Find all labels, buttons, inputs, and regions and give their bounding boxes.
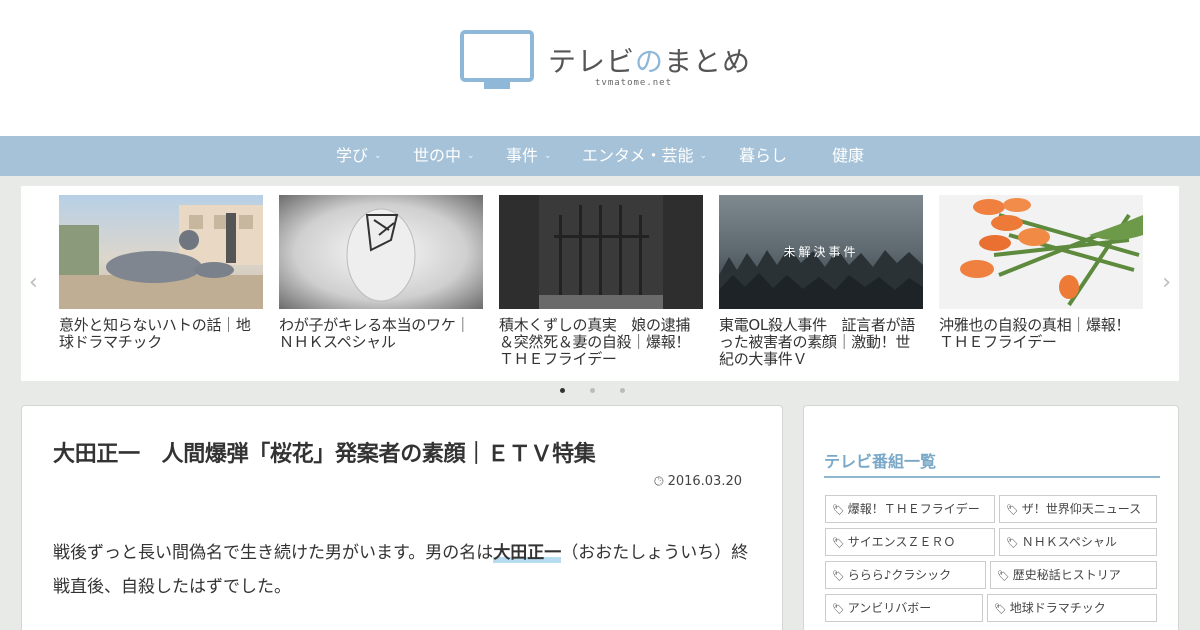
nav-item-label: 健康 <box>832 146 865 165</box>
sidebar-heading: テレビ番組一覧 <box>824 448 1160 478</box>
tag-icon: 🏷︎ <box>1006 505 1019 516</box>
carousel-dot[interactable] <box>560 388 565 393</box>
pigeon-photo <box>59 195 263 309</box>
thumbnail-overlay-text: 未解決事件 <box>783 245 859 259</box>
carousel-card-title: 沖雅也の自殺の真相｜爆報！ＴＨＥフライデー <box>939 316 1131 351</box>
tag-icon: 🏷︎ <box>997 571 1010 582</box>
nav-item[interactable]: 暮らし <box>739 136 832 176</box>
tag-link[interactable]: 🏷︎ ＮＨＫスペシャル <box>999 528 1157 556</box>
carousel-card[interactable]: 未解決事件 東電OL殺人事件 証言者が語った被害者の素顔｜激動！世紀の大事件Ｖ <box>719 195 923 368</box>
nav-item[interactable]: 世の中 ⌄ <box>413 136 506 176</box>
tag-label: ザ！世界仰天ニュース <box>1021 502 1142 516</box>
tag-link[interactable]: 🏷︎ 地球ドラマチック <box>987 594 1157 622</box>
tag-link[interactable]: 🏷︎ サイエンスＺＥＲＯ <box>825 528 995 556</box>
tag-label: サイエンスＺＥＲＯ <box>847 535 956 549</box>
carousel-dot[interactable] <box>620 388 625 393</box>
article-excerpt: 戦後ずっと長い間偽名で生き続けた男がいます。男の名は大田正一（おおたしょういち）… <box>53 543 749 597</box>
chevron-down-icon: ⌄ <box>699 151 708 161</box>
tag-link[interactable]: 🏷︎ アンビリバボー <box>825 594 983 622</box>
tag-icon: 🏷︎ <box>832 505 845 516</box>
tulips-photo <box>939 195 1143 309</box>
carousel-card[interactable]: 意外と知らないハトの話｜地球ドラマチック <box>59 195 263 351</box>
tag-icon: 🏷︎ <box>832 571 845 582</box>
chevron-down-icon: ⌄ <box>544 151 552 161</box>
chevron-down-icon: ⌄ <box>467 151 475 161</box>
tag-label: 爆報！ＴＨＥフライデー <box>847 502 980 516</box>
featured-carousel: ‹ 意外と知らないハトの話｜地球ドラマチック わが子がキレる本当のワケ｜ＮＨＫス… <box>21 186 1179 381</box>
nav-item[interactable]: 健康 <box>832 136 902 176</box>
nav-item[interactable]: 学び ⌄ <box>336 136 413 176</box>
logo-text: テレビのまとめ <box>548 45 752 78</box>
clock-icon: 🕒︎ <box>654 474 664 488</box>
article-date-text: 2016.03.20 <box>667 474 742 489</box>
tag-icon: 🏷︎ <box>1006 538 1019 549</box>
nav-item[interactable]: エンタメ・芸能 ⌄ <box>582 136 739 176</box>
tag-icon: 🏷︎ <box>832 538 845 549</box>
nav-item-label: エンタメ・芸能 <box>582 146 694 165</box>
article-title[interactable]: 大田正一 人間爆弾「桜花」発案者の素顔｜ＥＴＶ特集 <box>53 436 596 468</box>
nav-item-label: 事件 <box>506 146 539 165</box>
carousel-dots <box>560 388 650 393</box>
mannequin-head-photo <box>279 195 483 309</box>
tag-label: 歴史秘話ヒストリア <box>1012 568 1121 582</box>
carousel-card[interactable]: わが子がキレる本当のワケ｜ＮＨＫスペシャル <box>279 195 483 351</box>
tag-label: ららら♪クラシック <box>847 568 952 582</box>
carousel-card-title: 東電OL殺人事件 証言者が語った被害者の素顔｜激動！世紀の大事件Ｖ <box>719 316 915 368</box>
tag-link[interactable]: 🏷︎ 歴史秘話ヒストリア <box>990 561 1157 589</box>
site-header: テレビのまとめ tvmatome.net <box>0 0 1200 136</box>
tag-link[interactable]: 🏷︎ ザ！世界仰天ニュース <box>999 495 1157 523</box>
main-nav: 学び ⌄ 世の中 ⌄ 事件 ⌄ エンタメ・芸能 ⌄ 暮らし 健康 <box>0 136 1200 176</box>
carousel-prev-icon[interactable]: ‹ <box>29 270 38 295</box>
logo-subtitle: tvmatome.net <box>595 78 673 88</box>
tag-label: ＮＨＫスペシャル <box>1021 535 1117 549</box>
nav-item-label: 学び <box>336 146 369 165</box>
sidebar: テレビ番組一覧 🏷︎ 爆報！ＴＨＥフライデー 🏷︎ ザ！世界仰天ニュース 🏷︎ サイエンス… <box>803 405 1179 630</box>
tag-icon: 🏷︎ <box>832 604 845 615</box>
carousel-next-icon[interactable]: › <box>1162 270 1171 295</box>
tag-label: アンビリバボー <box>847 601 932 615</box>
carousel-dot[interactable] <box>590 388 595 393</box>
tag-label: 地球ドラマチック <box>1009 601 1106 615</box>
site-logo[interactable]: テレビのまとめ tvmatome.net <box>460 30 760 94</box>
prison-bars-photo <box>499 195 703 309</box>
nav-item-label: 暮らし <box>739 146 788 165</box>
tag-link[interactable]: 🏷︎ ららら♪クラシック <box>825 561 986 589</box>
carousel-card-title: 意外と知らないハトの話｜地球ドラマチック <box>59 316 251 351</box>
carousel-card[interactable]: 積木くずしの真実 娘の逮捕＆突然死＆妻の自殺｜爆報！ＴＨＥフライデー <box>499 195 703 368</box>
carousel-card[interactable]: 沖雅也の自殺の真相｜爆報！ＴＨＥフライデー <box>939 195 1143 351</box>
carousel-card-title: わが子がキレる本当のワケ｜ＮＨＫスペシャル <box>279 316 471 351</box>
article-date: 🕒︎ 2016.03.20 <box>654 474 742 489</box>
chevron-down-icon: ⌄ <box>374 151 382 161</box>
highlighted-name: 大田正一 <box>493 543 562 563</box>
tag-link[interactable]: 🏷︎ 爆報！ＴＨＥフライデー <box>825 495 995 523</box>
nav-item-label: 世の中 <box>413 146 462 165</box>
article-card: 大田正一 人間爆弾「桜花」発案者の素顔｜ＥＴＶ特集 🕒︎ 2016.03.20 … <box>21 405 783 630</box>
nav-item[interactable]: 事件 ⌄ <box>506 136 582 176</box>
nav-list: 学び ⌄ 世の中 ⌄ 事件 ⌄ エンタメ・芸能 ⌄ 暮らし 健康 <box>336 136 902 176</box>
carousel-card-title: 積木くずしの真実 娘の逮捕＆突然死＆妻の自殺｜爆報！ＴＨＥフライデー <box>499 316 691 368</box>
tag-icon: 🏷︎ <box>994 604 1007 615</box>
tv-icon <box>460 30 534 89</box>
